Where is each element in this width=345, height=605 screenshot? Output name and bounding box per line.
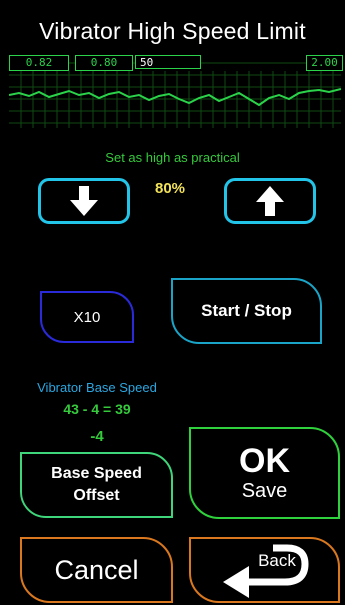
- speed-limit-hint: Set as high as practical: [105, 150, 240, 165]
- screen-title: Vibrator High Speed Limit: [39, 18, 306, 44]
- arrow-up-icon: [256, 186, 284, 216]
- back-label: Back: [258, 551, 296, 570]
- vibration-trace-panel: 0.82 0.80 50 2.00: [9, 55, 343, 128]
- readout-1: 0.82: [9, 55, 69, 71]
- back-arrow-icon: Back: [222, 544, 309, 598]
- offset-value: -4: [90, 428, 104, 445]
- base-offset-label-line1: Base Speed: [51, 465, 142, 482]
- base-offset-label-line2: Offset: [73, 487, 120, 504]
- readout-3: 50: [135, 55, 201, 69]
- readout-2: 0.80: [75, 55, 133, 71]
- base-speed-equation: 43 - 4 = 39: [63, 401, 131, 417]
- speed-limit-value: 80%: [154, 180, 186, 197]
- x10-button[interactable]: X10: [40, 291, 134, 343]
- readout-4: 2.00: [306, 55, 343, 71]
- arrow-down-icon: [70, 186, 98, 216]
- save-label: Save: [241, 480, 288, 502]
- back-button[interactable]: Back: [189, 537, 340, 603]
- decrease-button[interactable]: [38, 178, 130, 224]
- base-speed-label: Vibrator Base Speed: [37, 380, 157, 395]
- increase-button[interactable]: [224, 178, 316, 224]
- ok-label: OK: [239, 442, 290, 480]
- start-stop-button[interactable]: Start / Stop: [171, 278, 322, 344]
- ok-save-button[interactable]: OK Save: [189, 427, 340, 519]
- cancel-button[interactable]: Cancel: [20, 537, 173, 603]
- base-speed-offset-button[interactable]: Base Speed Offset: [20, 452, 173, 518]
